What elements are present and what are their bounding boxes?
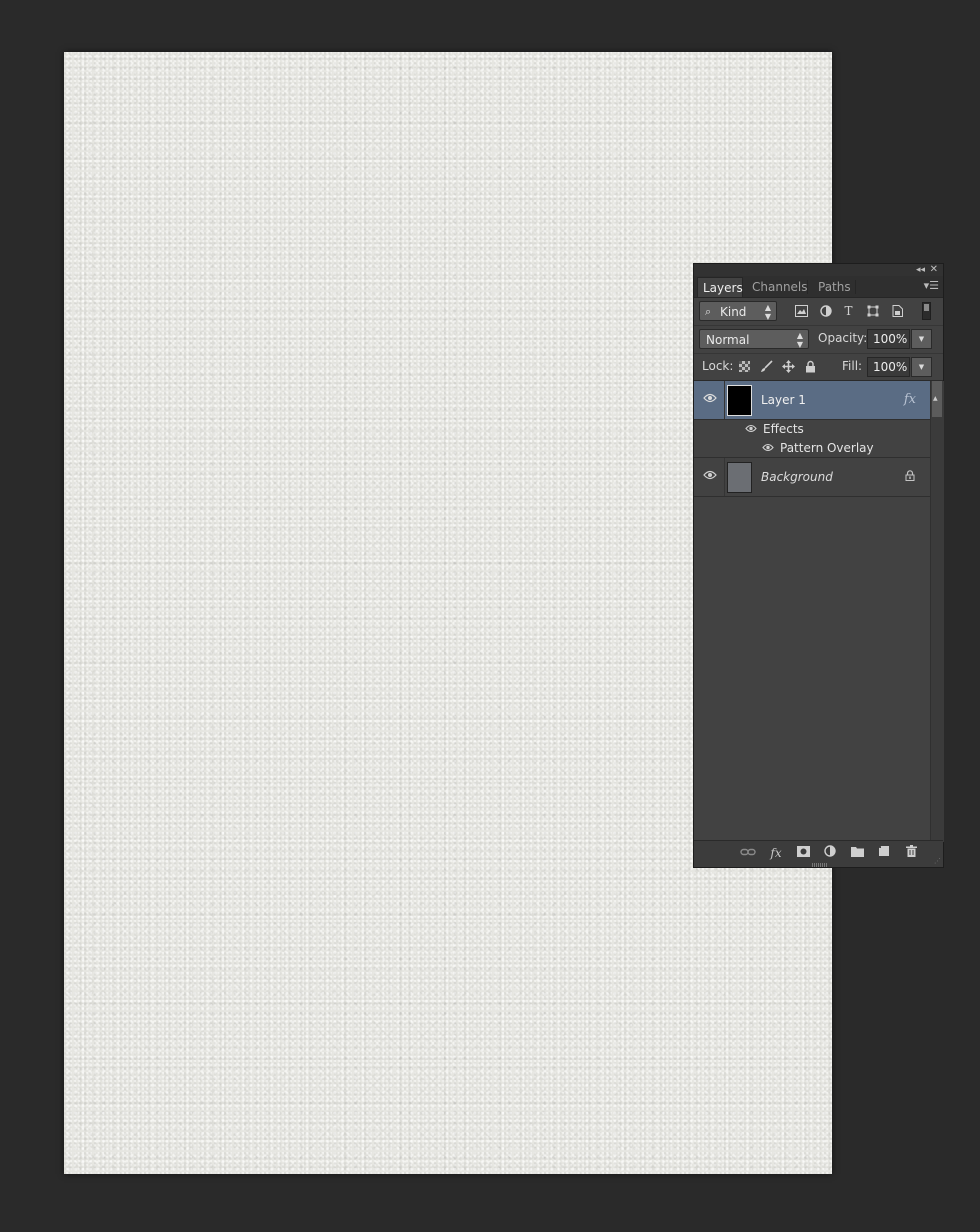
lock-all-icon[interactable] bbox=[804, 360, 817, 373]
column-divider bbox=[724, 381, 725, 419]
layer-thumbnail[interactable] bbox=[727, 462, 752, 493]
adjustment-filter-icon[interactable] bbox=[819, 305, 832, 317]
panel-menu-icon[interactable]: ▾☰ bbox=[924, 280, 939, 291]
tab-paths[interactable]: Paths bbox=[813, 277, 856, 297]
tab-channels[interactable]: Channels bbox=[747, 277, 813, 297]
effect-row-pattern-overlay[interactable]: Pattern Overlay bbox=[694, 439, 930, 458]
tab-divider bbox=[855, 280, 856, 294]
pattern-overlay-label: Pattern Overlay bbox=[780, 441, 874, 455]
effects-label: Effects bbox=[763, 422, 804, 436]
visibility-eye-icon[interactable] bbox=[703, 470, 717, 484]
opacity-field[interactable]: 100% bbox=[867, 329, 910, 349]
trash-icon[interactable] bbox=[902, 845, 920, 861]
select-arrows-icon: ▲ ▼ bbox=[796, 331, 803, 349]
layer-name[interactable]: Background bbox=[761, 470, 833, 484]
effects-row[interactable]: Effects bbox=[694, 420, 930, 439]
fill-field[interactable]: 100% bbox=[867, 357, 910, 377]
close-icon[interactable]: ✕ bbox=[930, 264, 938, 276]
shape-filter-icon[interactable] bbox=[866, 305, 879, 317]
adjustment-layer-icon[interactable] bbox=[821, 845, 839, 861]
lock-row: Lock: Fill: 100% ▼ bbox=[694, 354, 943, 381]
layer-thumbnail[interactable] bbox=[727, 385, 752, 416]
link-layers-icon[interactable] bbox=[739, 845, 757, 861]
layer-mask-icon[interactable] bbox=[794, 845, 812, 861]
opacity-label: Opacity: bbox=[818, 331, 868, 345]
effects-visibility-eye-icon[interactable] bbox=[744, 424, 757, 436]
blend-mode-label: Normal bbox=[706, 333, 750, 347]
blend-row: Normal ▲ ▼ Opacity: 100% ▼ bbox=[694, 326, 943, 354]
lock-image-pixels-icon[interactable] bbox=[760, 360, 773, 373]
panel-tabs: Layers Channels Paths ▾☰ bbox=[694, 276, 943, 298]
type-filter-icon[interactable]: T bbox=[842, 305, 855, 317]
tab-divider bbox=[807, 280, 808, 294]
layer-name[interactable]: Layer 1 bbox=[761, 393, 806, 407]
filter-row: ⌕ Kind ▲ ▼ T bbox=[694, 297, 943, 326]
pattern-overlay-visibility-eye-icon[interactable] bbox=[761, 443, 774, 455]
layer-list-scrollbar[interactable]: ▲ bbox=[930, 381, 944, 842]
opacity-dropdown-button[interactable]: ▼ bbox=[911, 329, 932, 349]
fx-badge-icon[interactable]: fx bbox=[904, 392, 916, 407]
tab-layers[interactable]: Layers bbox=[697, 277, 743, 297]
fx-icon[interactable]: fx bbox=[767, 845, 785, 861]
pixel-filter-icon[interactable] bbox=[795, 305, 808, 317]
resize-grip-icon[interactable]: ⋰ bbox=[934, 858, 941, 865]
kind-select-label: Kind bbox=[720, 305, 747, 319]
panel-resize-handle[interactable] bbox=[812, 863, 828, 867]
new-group-icon[interactable] bbox=[848, 845, 866, 861]
panel-bottom-bar: fx ⋰ bbox=[694, 840, 943, 867]
blend-mode-select[interactable]: Normal ▲ ▼ bbox=[699, 329, 809, 349]
panel-title-bar[interactable]: ◂◂ ✕ bbox=[694, 264, 943, 276]
fill-dropdown-button[interactable]: ▼ bbox=[911, 357, 932, 377]
layer-row-layer-1[interactable]: Layer 1 fx bbox=[694, 381, 930, 420]
new-layer-icon[interactable] bbox=[875, 845, 893, 861]
search-icon: ⌕ bbox=[705, 305, 712, 318]
column-divider bbox=[724, 458, 725, 496]
collapse-icon[interactable]: ◂◂ bbox=[916, 264, 925, 276]
filter-toggle-switch[interactable] bbox=[922, 302, 931, 320]
scroll-up-icon[interactable]: ▲ bbox=[933, 395, 938, 402]
smart-object-filter-icon[interactable] bbox=[891, 305, 904, 317]
layers-panel: ◂◂ ✕ Layers Channels Paths ▾☰ ⌕ Kind ▲ ▼ … bbox=[693, 263, 944, 868]
fill-label: Fill: bbox=[842, 359, 863, 373]
layer-lock-icon bbox=[905, 470, 915, 484]
lock-transparency-icon[interactable] bbox=[738, 360, 751, 373]
layer-list: Layer 1 fx Effects Pattern Overlay Backg… bbox=[694, 381, 930, 842]
lock-position-icon[interactable] bbox=[782, 360, 795, 373]
select-arrows-icon: ▲ ▼ bbox=[764, 303, 771, 321]
filter-kind-select[interactable]: ⌕ Kind ▲ ▼ bbox=[699, 301, 777, 321]
visibility-eye-icon[interactable] bbox=[703, 393, 717, 407]
lock-label: Lock: bbox=[702, 359, 734, 373]
layer-row-background[interactable]: Background bbox=[694, 458, 930, 497]
